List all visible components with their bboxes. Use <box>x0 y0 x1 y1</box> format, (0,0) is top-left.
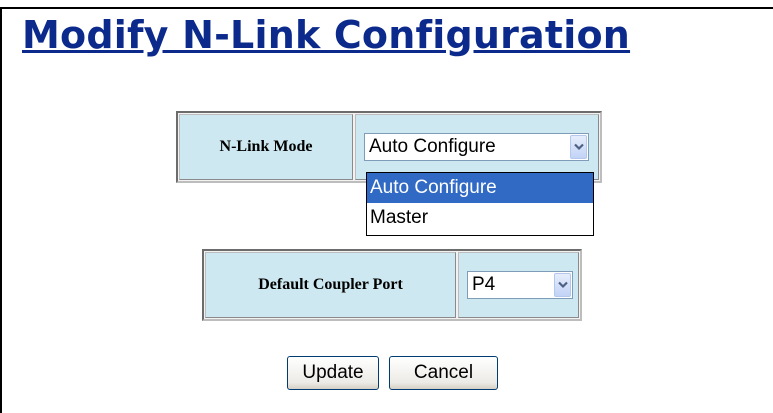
dropdown-option-master[interactable]: Master <box>367 203 593 233</box>
frame-left-border <box>0 7 2 413</box>
coupler-port-selected-value: P4 <box>472 274 496 295</box>
page-title: Modify N-Link Configuration <box>22 13 631 57</box>
coupler-port-field-cell: P4 <box>458 252 579 318</box>
nlink-mode-dropdown-list: Auto Configure Master <box>366 172 594 236</box>
nlink-mode-label: N-Link Mode <box>219 138 313 155</box>
chevron-down-icon[interactable] <box>554 273 571 297</box>
coupler-port-select[interactable]: P4 <box>467 271 573 299</box>
update-button[interactable]: Update <box>287 356 379 390</box>
coupler-port-label: Default Coupler Port <box>258 276 403 293</box>
coupler-port-label-cell: Default Coupler Port <box>205 252 456 318</box>
nlink-mode-label-cell: N-Link Mode <box>179 114 353 180</box>
chevron-down-icon[interactable] <box>570 135 587 159</box>
nlink-mode-selected-value: Auto Configure <box>369 136 496 157</box>
cancel-button[interactable]: Cancel <box>389 356 498 390</box>
nlink-mode-field-cell: Auto Configure <box>355 114 599 180</box>
frame-top-border <box>0 7 773 9</box>
nlink-mode-select[interactable]: Auto Configure <box>364 133 589 161</box>
dropdown-option-auto-configure[interactable]: Auto Configure <box>367 173 593 203</box>
coupler-port-table: Default Coupler Port P4 <box>202 249 582 321</box>
